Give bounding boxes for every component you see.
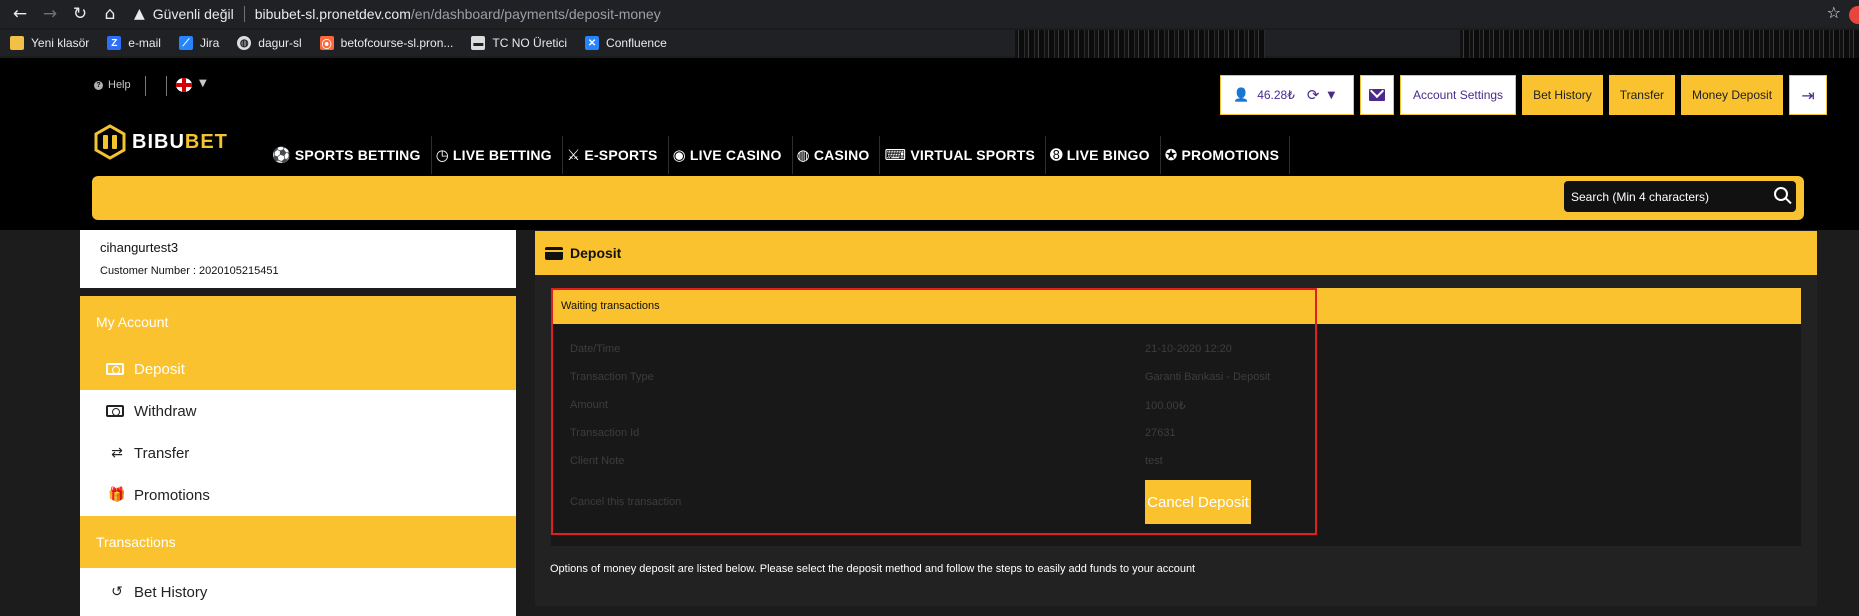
search-input[interactable]: Search (Min 4 characters) [1564, 181, 1796, 212]
bookmark-dagur-sl[interactable]: ◍ dagur-sl [237, 36, 302, 50]
page-title: Deposit [570, 245, 622, 261]
url-host[interactable]: bibubet-sl.pronetdev.com [255, 6, 411, 22]
account-settings-button[interactable]: Account Settings [1400, 75, 1517, 115]
cash-icon [106, 405, 124, 417]
chip-icon: ◉ [672, 146, 686, 164]
balance-amount: 46.28₺ [1257, 88, 1295, 102]
refresh-icon[interactable]: ⟳ [1307, 86, 1320, 104]
nav-e-sports[interactable]: ⚔ E-SPORTS [563, 136, 669, 174]
sidebar-item-bet-history[interactable]: ↺ Bet History [80, 568, 516, 616]
sidebar-item-withdraw[interactable]: Withdraw [80, 390, 516, 432]
profile-avatar-icon[interactable] [1849, 6, 1859, 24]
search-placeholder: Search (Min 4 characters) [1571, 189, 1710, 204]
globe-icon: ◍ [237, 36, 252, 50]
nav-sports-betting[interactable]: ⚽ SPORTS BETTING [268, 136, 432, 174]
search-bar-strip [92, 176, 1804, 220]
logout-button[interactable]: ⇥ [1789, 75, 1828, 115]
gift-icon: 🎁 [108, 487, 126, 503]
header-divider [145, 76, 146, 96]
cash-icon [106, 363, 124, 375]
search-icon[interactable] [1774, 187, 1788, 201]
soccer-ball-icon: ⚽ [272, 146, 291, 164]
home-icon[interactable]: ⌂ [100, 4, 120, 24]
clock-icon: ◷ [435, 146, 449, 164]
chevron-down-icon[interactable]: ▼ [1327, 90, 1335, 101]
help-link[interactable]: ? Help [94, 79, 131, 91]
highlight-frame [551, 288, 1317, 535]
messages-button[interactable] [1360, 75, 1394, 115]
header-divider [166, 76, 167, 96]
sidebar-header-transactions: Transactions [80, 516, 516, 568]
folder-icon [10, 36, 24, 50]
nav-live-bingo[interactable]: ➑ LIVE BINGO [1046, 136, 1161, 174]
uk-flag-icon[interactable] [176, 78, 192, 92]
nav-casino[interactable]: ◍ CASINO [793, 136, 881, 174]
back-arrow-icon[interactable]: ← [10, 4, 30, 24]
redacted-strip [1460, 30, 1859, 58]
chevron-down-icon[interactable]: ▼ [199, 78, 207, 89]
id-card-icon: ▬ [471, 36, 486, 50]
sidebar-item-promotions[interactable]: 🎁 Promotions [80, 474, 516, 516]
balance-widget[interactable]: 👤 46.28₺ ⟳ ▼ [1220, 75, 1354, 115]
warning-icon[interactable]: ▲ [134, 6, 145, 22]
crossed-swords-icon: ⚔ [566, 146, 581, 164]
browser-toolbar: ← → ↻ ⌂ ▲ Güvenli değil bibubet-sl.prone… [0, 0, 1859, 28]
promo-icon: ✪ [1164, 146, 1178, 164]
zimbra-icon: Z [107, 36, 122, 50]
money-deposit-button[interactable]: Money Deposit [1680, 75, 1784, 115]
transfer-arrows-icon: ⇄ [111, 445, 123, 461]
security-label[interactable]: Güvenli değil [153, 6, 234, 22]
reload-icon[interactable]: ↻ [70, 4, 90, 24]
deposit-header: Deposit [535, 231, 1817, 275]
main-nav: ⚽ SPORTS BETTING ◷ LIVE BETTING ⚔ E-SPORTS … [268, 136, 1291, 174]
nav-virtual-sports[interactable]: ⌨ VIRTUAL SPORTS [880, 136, 1047, 174]
sidebar-item-transfer[interactable]: ⇄ Transfer [80, 432, 516, 474]
mail-icon [1369, 89, 1385, 101]
bookmark-yeni-klasor[interactable]: Yeni klasör [10, 36, 89, 50]
bookmark-email[interactable]: Ze-mail [107, 36, 161, 50]
logout-icon: ⇥ [1801, 85, 1815, 105]
history-icon: ↺ [111, 584, 123, 600]
url-divider [243, 6, 245, 22]
url-path[interactable]: /en/dashboard/payments/deposit-money [411, 6, 661, 22]
forward-arrow-icon[interactable]: → [40, 4, 60, 24]
redacted-strip [1015, 30, 1265, 58]
casino-chip-icon: ◍ [796, 146, 810, 164]
site-icon: ⦿ [319, 36, 334, 51]
sidebar-header-my-account: My Account [80, 296, 516, 348]
logo-text: BIBUBET [132, 130, 228, 153]
nav-live-betting[interactable]: ◷ LIVE BETTING [432, 136, 563, 174]
bookmark-star-icon[interactable]: ☆ [1827, 3, 1841, 22]
sidebar-item-deposit[interactable]: Deposit [80, 348, 516, 390]
bookmark-jira[interactable]: ⟋ Jira [178, 36, 219, 50]
bookmark-tc-no[interactable]: ▬ TC NO Üretici [471, 36, 567, 50]
customer-number: Customer Number : 2020105215451 [100, 265, 279, 277]
account-actions: 👤 46.28₺ ⟳ ▼ Account Settings Bet Histor… [1220, 75, 1828, 115]
bet-history-button[interactable]: Bet History [1522, 75, 1603, 115]
jira-icon: ⟋ [178, 36, 193, 50]
confluence-icon: ✕ [585, 36, 600, 50]
help-icon: ? [94, 80, 103, 90]
logo-hex-icon [94, 124, 126, 160]
deposit-info-text: Options of money deposit are listed belo… [550, 563, 1196, 575]
nav-promotions[interactable]: ✪ PROMOTIONS [1161, 136, 1291, 174]
nav-live-casino[interactable]: ◉ LIVE CASINO [669, 136, 793, 174]
bingo-ball-icon: ➑ [1050, 146, 1063, 164]
user-card: cihangurtest3 Customer Number : 20201052… [80, 230, 516, 288]
credit-card-icon [545, 246, 563, 260]
username: cihangurtest3 [100, 240, 179, 255]
bookmark-betofcourse[interactable]: ⦿ betofcourse-sl.pron... [319, 36, 453, 51]
transfer-button[interactable]: Transfer [1608, 75, 1675, 115]
user-icon: 👤 [1233, 87, 1250, 103]
gamepad-icon: ⌨ [884, 146, 907, 164]
bookmark-confluence[interactable]: ✕ Confluence [585, 36, 667, 50]
bibubet-logo[interactable]: BIBUBET [92, 124, 228, 160]
